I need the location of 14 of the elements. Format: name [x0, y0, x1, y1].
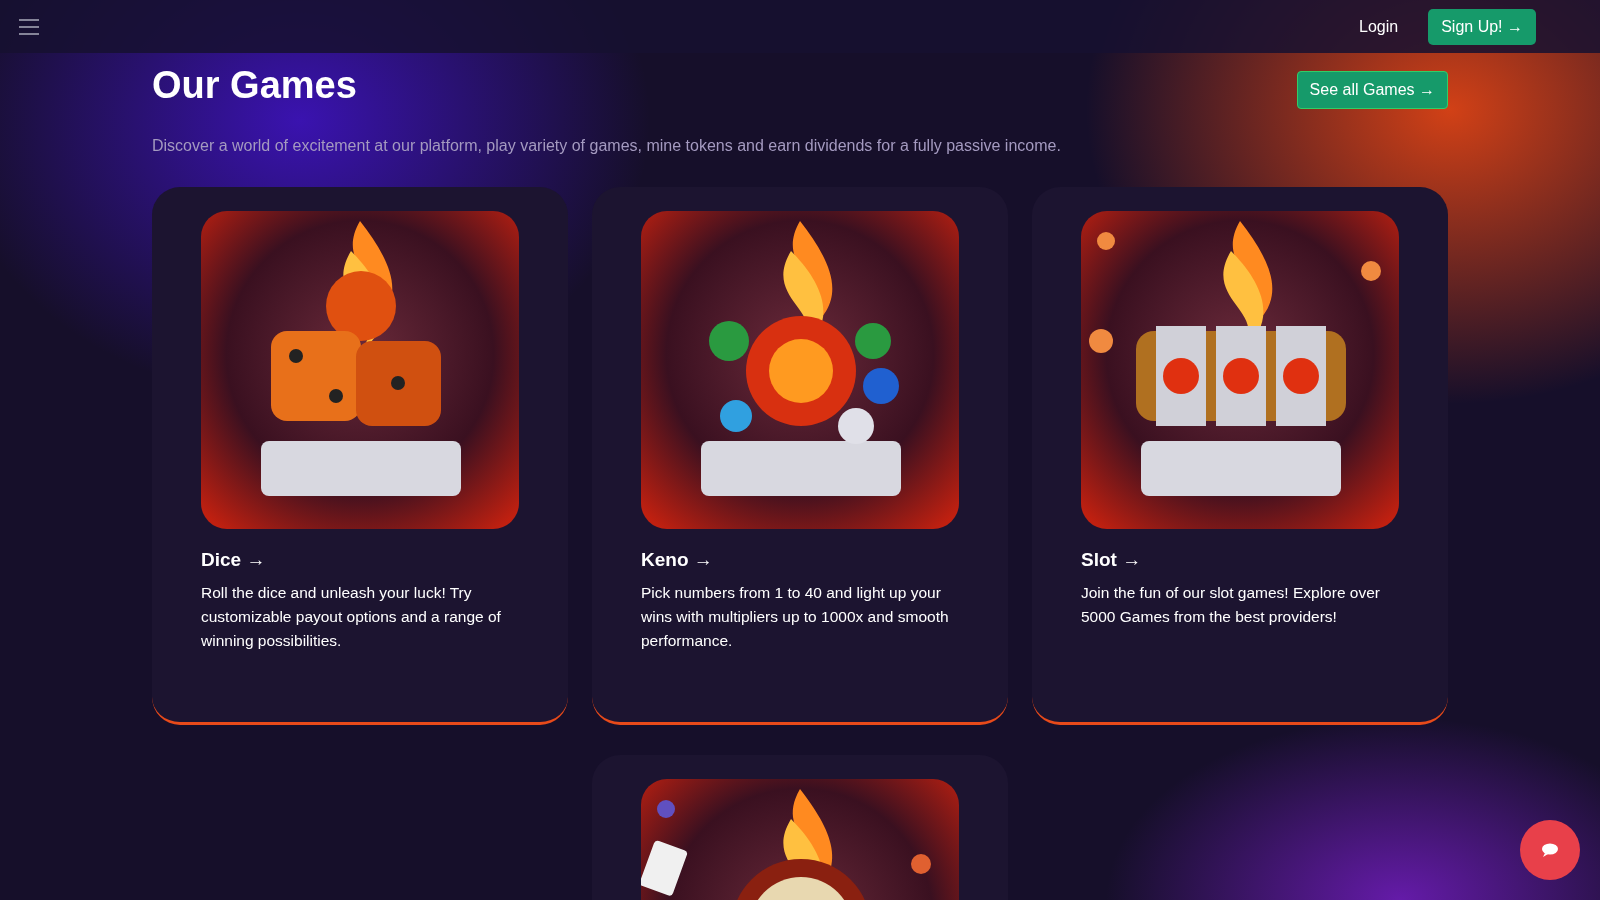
- game-title[interactable]: Slot →: [1081, 549, 1399, 571]
- game-title[interactable]: Dice →: [201, 549, 519, 571]
- game-title[interactable]: Keno →: [641, 549, 959, 571]
- game-description: Roll the dice and unleash your luck! Try customizable payout options and a range of winning possibilities.: [201, 583, 502, 651]
- game-description: Join the fun of our slot games! Explore over 5000 Games from the best providers!: [1081, 583, 1381, 627]
- chat-button[interactable]: [1520, 820, 1580, 880]
- login-link[interactable]: Login: [1359, 17, 1399, 36]
- menu-icon[interactable]: [18, 17, 40, 36]
- see-all-games-button[interactable]: See all Games →: [1296, 71, 1448, 109]
- section-description: Discover a world of excitement at our platform, play variety of games, mine tokens and earn dividends for a fully passive income.: [152, 137, 1062, 155]
- signup-button[interactable]: Sign Up! →: [1428, 8, 1536, 45]
- game-description: Pick numbers from 1 to 40 and light up your wins with multipliers up to 1000x and smooth performance.: [641, 583, 950, 651]
- section-title: Our Games: [152, 63, 357, 107]
- chat-icon: [1541, 843, 1559, 857]
